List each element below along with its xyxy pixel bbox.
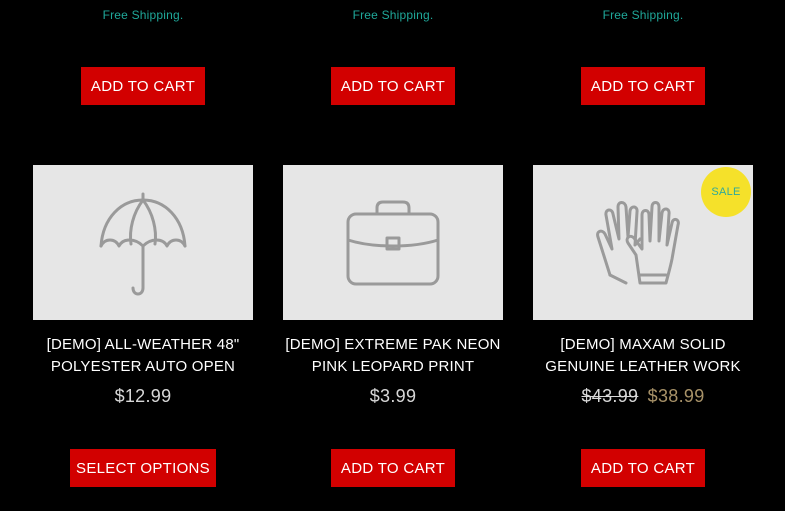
- umbrella-icon: [99, 192, 187, 295]
- free-shipping-label: Free Shipping.: [602, 8, 684, 22]
- add-to-cart-button[interactable]: ADD TO CART: [81, 67, 205, 105]
- gloves-icon: [596, 200, 680, 284]
- product-image-gloves[interactable]: SALE: [533, 165, 753, 320]
- sale-badge: SALE: [701, 167, 751, 217]
- product-title[interactable]: [DEMO] EXTREME PAK NEON PINK LEOPARD PRI…: [273, 334, 513, 378]
- product-price: $3.99: [369, 386, 417, 406]
- product-image-umbrella[interactable]: [33, 165, 253, 320]
- add-to-cart-button[interactable]: ADD TO CART: [331, 449, 455, 487]
- select-options-button[interactable]: SELECT OPTIONS: [70, 449, 216, 487]
- briefcase-icon: [346, 200, 440, 285]
- add-to-cart-button[interactable]: ADD TO CART: [331, 67, 455, 105]
- product-grid: Free Shipping. ADD TO CART [DEMO] ALL-WE…: [0, 0, 785, 511]
- free-shipping-label: Free Shipping.: [102, 8, 184, 22]
- original-price: $43.99: [581, 386, 639, 406]
- sale-price: $38.99: [647, 386, 705, 406]
- add-to-cart-button[interactable]: ADD TO CART: [581, 449, 705, 487]
- product-price: $43.99 $38.99: [533, 386, 753, 407]
- product-image-briefcase[interactable]: [283, 165, 503, 320]
- product-price: $12.99: [114, 386, 172, 406]
- free-shipping-label: Free Shipping.: [352, 8, 434, 22]
- product-title[interactable]: [DEMO] ALL-WEATHER 48" POLYESTER AUTO OP…: [23, 334, 263, 378]
- product-title[interactable]: [DEMO] MAXAM SOLID GENUINE LEATHER WORK: [523, 334, 763, 378]
- add-to-cart-button[interactable]: ADD TO CART: [581, 67, 705, 105]
